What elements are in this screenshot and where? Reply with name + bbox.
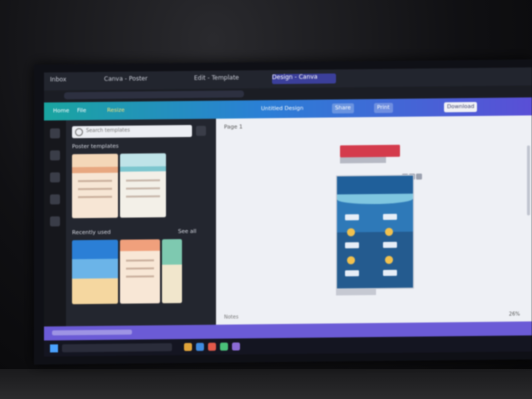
poster-dot [385, 227, 393, 236]
page-title-bar[interactable] [340, 144, 400, 158]
download-button[interactable]: Download [444, 101, 478, 113]
status-banner-text [52, 329, 132, 336]
monitor: Inbox Canva - Poster Edit - Template Des… [34, 59, 532, 365]
template-thumbnail[interactable] [162, 239, 182, 304]
poster-text-block [345, 214, 359, 221]
screen: Inbox Canva - Poster Edit - Template Des… [44, 67, 532, 357]
section-title: Recently used [72, 229, 111, 237]
poster-text-block [383, 213, 397, 220]
desk-surface [0, 369, 532, 399]
templates-icon[interactable] [50, 128, 60, 139]
template-search-input[interactable]: Search templates [72, 124, 192, 139]
add-page-icon[interactable] [416, 173, 422, 180]
template-thumbnail[interactable] [120, 153, 166, 218]
poster-text-block [345, 270, 359, 277]
poster-text-block [383, 241, 397, 248]
notes-button[interactable]: Notes [224, 314, 238, 320]
elements-icon[interactable] [50, 150, 60, 161]
poster-dot [347, 228, 355, 237]
poster-design[interactable] [336, 174, 414, 290]
poster-dot [347, 256, 355, 265]
taskbar-search[interactable] [62, 343, 172, 353]
page-label: Page 1 [224, 124, 243, 131]
app-icon[interactable] [208, 342, 216, 351]
vertical-scrollbar[interactable] [527, 145, 530, 216]
app-icon[interactable] [232, 342, 240, 351]
template-thumbnail[interactable] [120, 239, 160, 304]
zoom-level[interactable]: 26% [509, 312, 520, 318]
poster-text-block [345, 242, 359, 249]
design-canvas-area: Page 1 Notes 26% [216, 115, 532, 325]
app-icon[interactable] [196, 342, 204, 351]
uploads-icon[interactable] [50, 194, 60, 205]
add-page-button[interactable] [336, 289, 376, 296]
template-thumbnail[interactable] [72, 153, 118, 219]
app-icon[interactable] [220, 342, 228, 351]
print-button[interactable]: Print [374, 102, 393, 114]
file-button[interactable]: File [74, 106, 89, 116]
search-icon [75, 128, 83, 137]
section-title: Poster templates [72, 143, 119, 151]
address-bar[interactable] [64, 90, 244, 100]
see-all-link[interactable]: See all [178, 229, 196, 235]
more-icon[interactable] [50, 216, 60, 227]
app-icon[interactable] [184, 342, 192, 352]
browser-tab[interactable]: Inbox [50, 76, 90, 86]
page-subtitle-bar [340, 156, 386, 164]
template-thumbnail[interactable] [72, 239, 118, 305]
page-actions [402, 165, 424, 180]
start-icon[interactable] [50, 344, 58, 353]
left-rail [44, 120, 66, 327]
poster-dot [385, 255, 393, 264]
browser-tab[interactable]: Canva - Poster [104, 75, 164, 86]
resize-button[interactable]: Resize [104, 106, 128, 116]
search-placeholder: Search templates [86, 127, 130, 135]
poster-text-block [383, 269, 397, 276]
poster-wave [337, 193, 413, 205]
browser-tab-active[interactable]: Design - Canva [272, 73, 336, 85]
filter-icon[interactable] [196, 125, 206, 136]
browser-tab-bar: Inbox Canva - Poster Edit - Template Des… [44, 67, 532, 91]
home-button[interactable]: Home [50, 106, 72, 116]
browser-tab[interactable]: Edit - Template [194, 74, 254, 85]
share-button[interactable]: Share [332, 103, 354, 114]
text-icon[interactable] [50, 172, 60, 183]
template-panel: Search templates Poster templates Recent… [66, 118, 216, 327]
design-title[interactable]: Untitled Design [258, 104, 307, 115]
